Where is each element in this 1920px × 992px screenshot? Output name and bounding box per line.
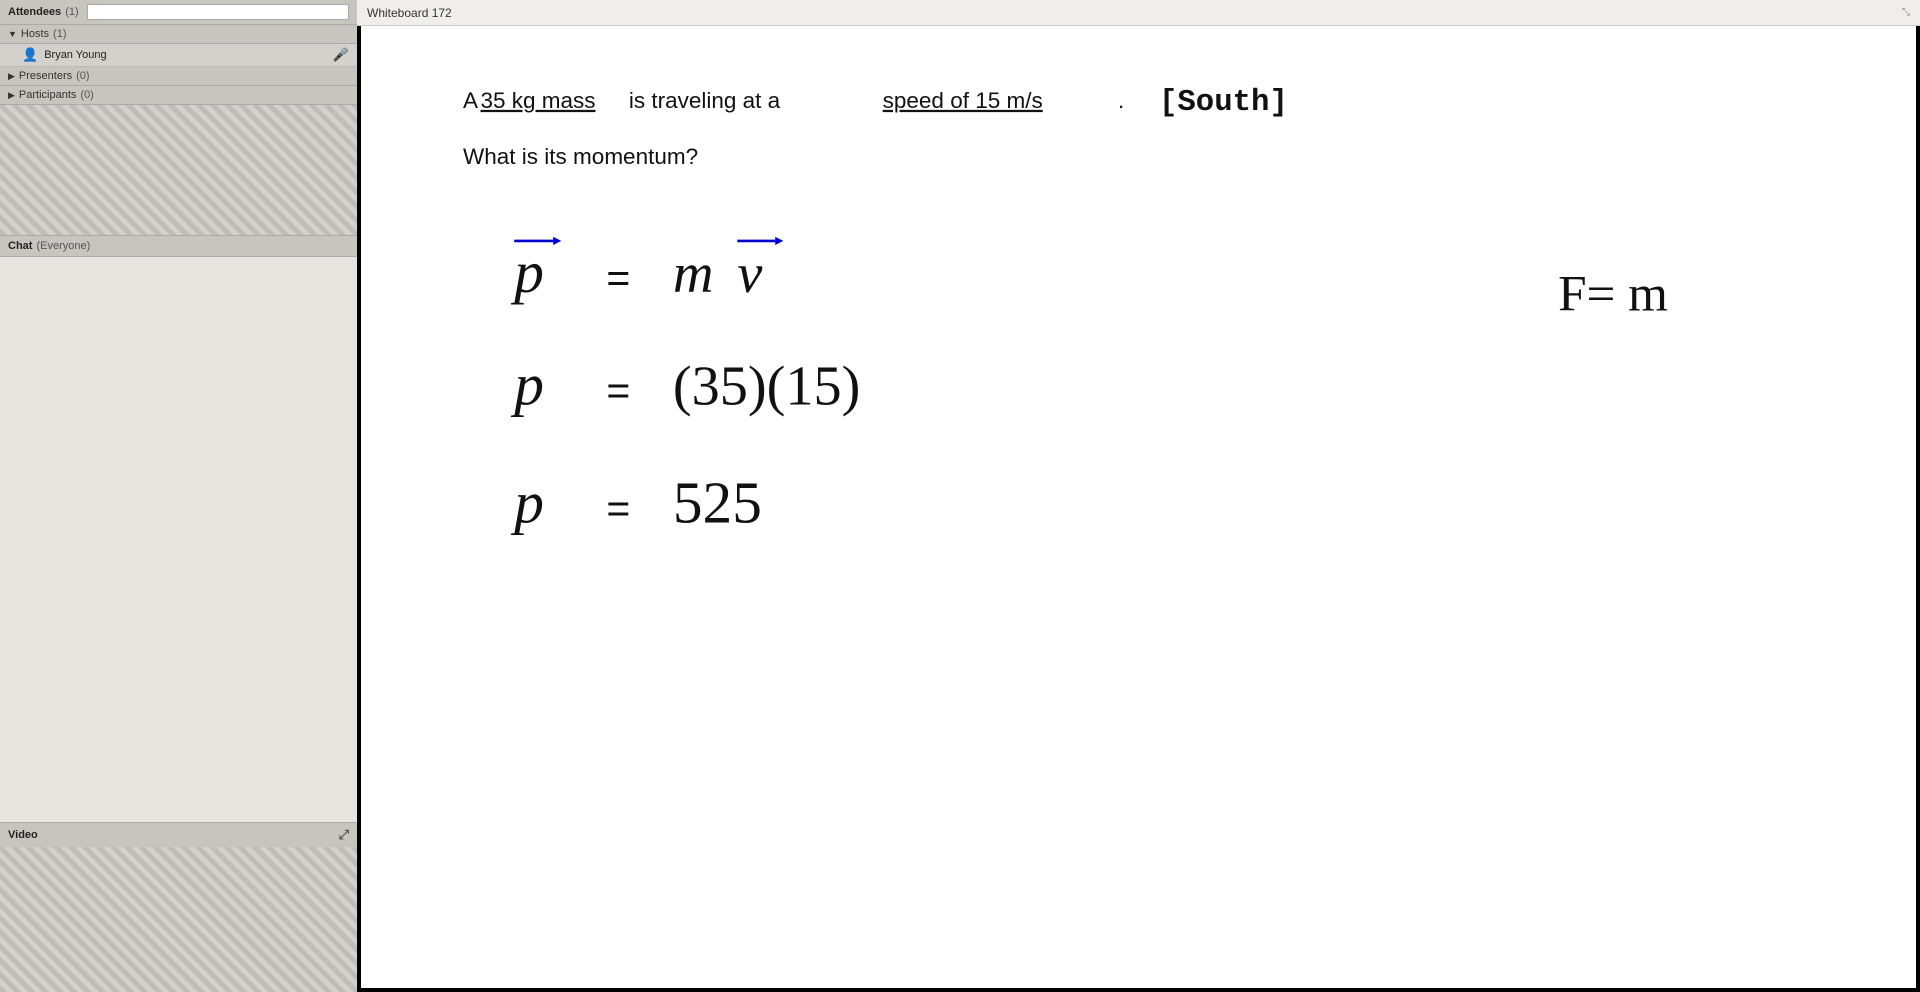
whiteboard-title: Whiteboard 172 — [367, 6, 452, 20]
svg-text:What is its momentum?: What is its momentum? — [463, 144, 698, 169]
left-panel: Attendees (1) ▼ Hosts (1) 👤 Bryan Young … — [0, 0, 357, 992]
video-label: Video — [8, 829, 38, 841]
hosts-triangle-icon: ▼ — [8, 29, 17, 39]
presenters-count: (0) — [76, 70, 89, 82]
attendees-search[interactable] — [87, 4, 349, 20]
svg-text:speed of 15 m/s: speed of 15 m/s — [883, 88, 1043, 113]
svg-text:.: . — [1118, 88, 1124, 113]
user-icon: 👤 — [22, 47, 38, 63]
svg-text:35 kg mass: 35 kg mass — [480, 88, 595, 113]
svg-text:(35)(15): (35)(15) — [673, 356, 860, 418]
svg-text:p: p — [510, 239, 544, 305]
chat-section: Chat (Everyone) — [0, 235, 357, 822]
svg-text:=: = — [606, 368, 630, 414]
video-expand-icon[interactable]: ⤢ — [339, 827, 349, 843]
svg-text:F= m: F= m — [1558, 266, 1668, 323]
svg-text:m: m — [673, 243, 714, 305]
main-area: Whiteboard 172 ⤡ A 35 kg mass is traveli… — [357, 0, 1920, 992]
video-section: Video ⤢ — [0, 822, 357, 992]
svg-text:p: p — [510, 352, 544, 418]
attendee-video-preview — [0, 105, 357, 235]
svg-text:is traveling at a: is traveling at a — [629, 88, 781, 113]
participants-header[interactable]: ▶ Participants (0) — [0, 86, 357, 105]
host-name: Bryan Young — [44, 49, 106, 61]
video-area — [0, 847, 357, 992]
resize-icon[interactable]: ⤡ — [1902, 7, 1910, 18]
svg-text:=: = — [606, 255, 630, 301]
host-item-bryan-young: 👤 Bryan Young 🎤 — [0, 44, 357, 67]
attendees-header: Attendees (1) — [0, 0, 357, 25]
chat-messages-area[interactable] — [0, 257, 357, 822]
svg-text:A: A — [463, 88, 478, 113]
title-bar: Whiteboard 172 ⤡ — [357, 0, 1920, 26]
participants-label: Participants — [19, 89, 76, 101]
svg-text:p: p — [510, 469, 544, 535]
hosts-count: (1) — [53, 28, 66, 40]
participants-triangle-icon: ▶ — [8, 90, 15, 101]
whiteboard-svg: A 35 kg mass is traveling at a speed of … — [361, 26, 1916, 988]
whiteboard[interactable]: A 35 kg mass is traveling at a speed of … — [361, 26, 1916, 988]
hosts-header[interactable]: ▼ Hosts (1) — [0, 25, 357, 44]
mic-icon: 🎤 — [333, 47, 349, 63]
presenters-label: Presenters — [19, 70, 72, 82]
svg-text:v: v — [737, 243, 762, 305]
chat-header: Chat (Everyone) — [0, 235, 357, 257]
chat-label: Chat — [8, 240, 32, 252]
svg-text:=: = — [606, 485, 630, 531]
presenters-header[interactable]: ▶ Presenters (0) — [0, 67, 357, 86]
video-header: Video ⤢ — [0, 823, 357, 847]
attendees-count: (1) — [65, 6, 78, 18]
svg-text:[South]: [South] — [1159, 85, 1288, 120]
svg-text:525: 525 — [673, 469, 762, 535]
participants-count: (0) — [80, 89, 93, 101]
attendees-label: Attendees — [8, 6, 61, 18]
presenters-triangle-icon: ▶ — [8, 71, 15, 82]
hosts-label: Hosts — [21, 28, 49, 40]
chat-audience: (Everyone) — [36, 240, 90, 252]
